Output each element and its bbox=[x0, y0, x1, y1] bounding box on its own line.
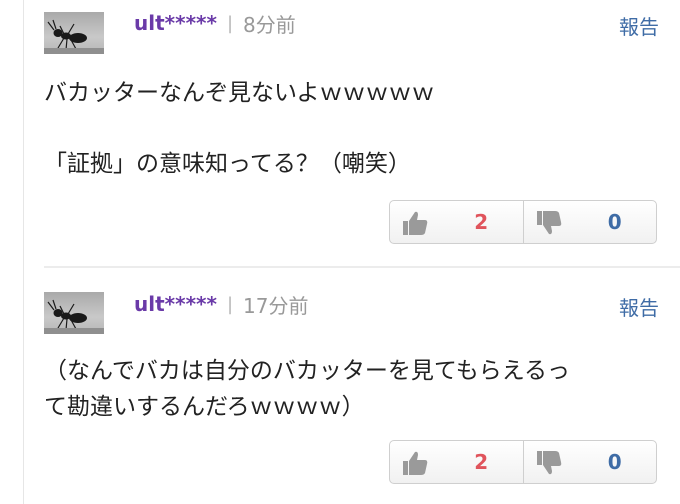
comment-body: （なんでバカは自分のバカッターを見てもらえるっ て勘違いするんだろｗｗｗｗ） bbox=[44, 358, 571, 420]
bad-count: 0 bbox=[607, 210, 622, 234]
ant-avatar-icon[interactable] bbox=[44, 292, 104, 334]
report-link[interactable]: 報告 bbox=[619, 11, 659, 40]
comment-body: バカッターなんぞ見ないよｗｗｗｗｗ 「証拠」の意味知ってる？（嘲笑） bbox=[44, 80, 435, 178]
username[interactable]: ult***** bbox=[134, 11, 217, 35]
thumbs-up-icon bbox=[400, 209, 430, 241]
comment-meta: ult***** | 8分前 bbox=[134, 8, 296, 38]
bad-vote-button[interactable]: 0 bbox=[522, 201, 657, 243]
timestamp: 17分前 bbox=[243, 293, 309, 318]
report-link[interactable]: 報告 bbox=[619, 292, 659, 321]
comment-item: ult***** | 8分前 報告 バカッターなんぞ見ないよｗｗｗｗｗ 「証拠」… bbox=[0, 0, 680, 268]
username[interactable]: ult***** bbox=[134, 292, 217, 316]
good-vote-button[interactable]: 2 bbox=[390, 441, 523, 483]
vote-box: 2 0 bbox=[389, 200, 657, 244]
good-vote-button[interactable]: 2 bbox=[390, 201, 523, 243]
vote-box: 2 0 bbox=[389, 440, 657, 484]
ant-avatar-icon[interactable] bbox=[44, 12, 104, 54]
bad-count: 0 bbox=[607, 450, 622, 474]
thumbs-down-icon bbox=[534, 209, 564, 241]
bad-vote-button[interactable]: 0 bbox=[522, 441, 657, 483]
meta-separator: | bbox=[226, 293, 234, 315]
comment-item: ult***** | 17分前 報告 （なんでバカは自分のバカッターを見てもらえ… bbox=[0, 268, 680, 504]
good-count: 2 bbox=[474, 450, 489, 474]
timestamp: 8分前 bbox=[243, 12, 296, 37]
comment-meta: ult***** | 17分前 bbox=[134, 289, 308, 319]
meta-separator: | bbox=[226, 12, 234, 34]
thumbs-up-icon bbox=[400, 449, 430, 481]
thumbs-down-icon bbox=[534, 449, 564, 481]
good-count: 2 bbox=[474, 210, 489, 234]
